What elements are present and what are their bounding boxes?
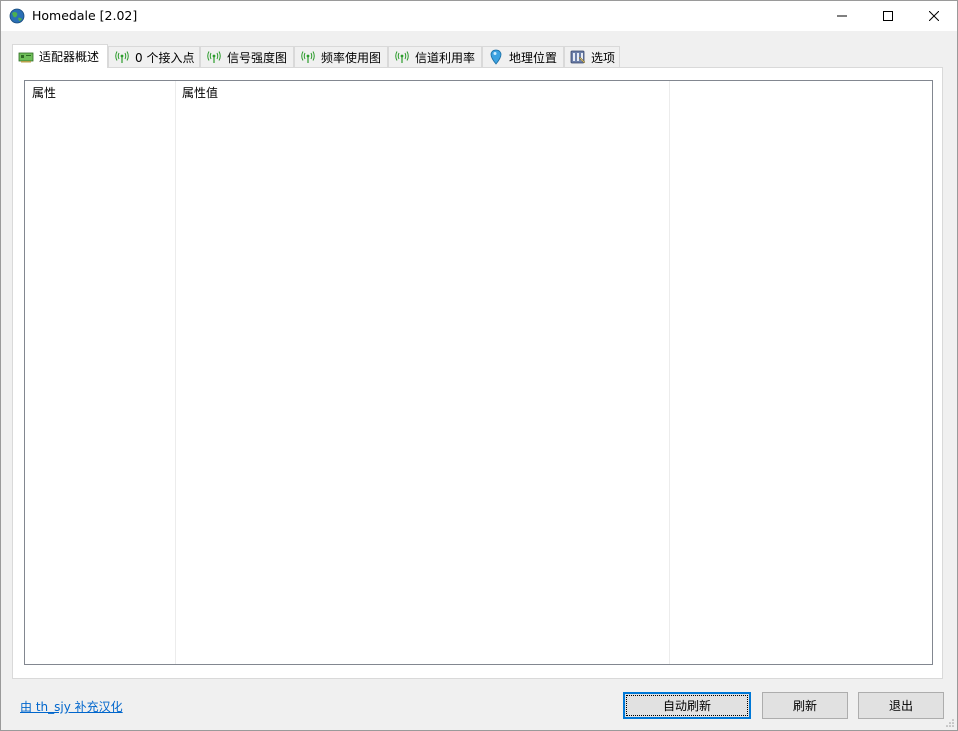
close-icon: [929, 11, 939, 21]
tab-label: 信道利用率: [415, 50, 476, 65]
tab-label: 选项: [591, 50, 616, 65]
window-title: Homedale [2.02]: [32, 8, 138, 23]
minimize-icon: [837, 15, 847, 17]
wifi-antenna-icon: [394, 50, 410, 64]
tab-adapter-overview[interactable]: 适配器概述: [12, 44, 108, 68]
resize-grip-icon[interactable]: [945, 718, 955, 728]
column-header-property[interactable]: 属性: [25, 81, 175, 105]
column-header-value[interactable]: 属性值: [175, 81, 669, 105]
maximize-button[interactable]: [865, 1, 911, 31]
tab-signal-strength[interactable]: 信号强度图: [200, 46, 294, 67]
auto-refresh-button[interactable]: 自动刷新: [623, 692, 751, 719]
close-button[interactable]: [911, 1, 957, 31]
column-header-extra[interactable]: [669, 81, 932, 105]
options-icon: [570, 50, 586, 64]
map-pin-icon: [488, 49, 504, 65]
tab-channel-utilization[interactable]: 信道利用率: [388, 46, 482, 67]
tab-access-points[interactable]: 0 个接入点: [108, 46, 200, 67]
wifi-antenna-icon: [206, 50, 222, 64]
tab-label: 地理位置: [509, 50, 558, 65]
properties-list[interactable]: 属性 属性值: [24, 80, 933, 665]
tab-label: 频率使用图: [321, 50, 382, 65]
minimize-button[interactable]: [819, 1, 865, 31]
app-window: Homedale [2.02] 适配器概述 0 个接入点 信号强度图 频率使用图…: [0, 0, 958, 731]
tab-panel-adapter-overview: 属性 属性值: [12, 67, 943, 679]
tab-label: 0 个接入点: [135, 50, 195, 65]
tab-frequency-usage[interactable]: 频率使用图: [294, 46, 388, 67]
wifi-antenna-icon: [114, 50, 130, 64]
exit-button[interactable]: 退出: [858, 692, 944, 719]
tab-label: 信号强度图: [227, 50, 288, 65]
network-card-icon: [18, 50, 34, 64]
globe-app-icon: [9, 8, 25, 24]
tab-bar: 适配器概述 0 个接入点 信号强度图 频率使用图 信道利用率 地理位置 选项: [12, 44, 952, 68]
maximize-icon: [883, 11, 893, 21]
tab-label: 适配器概述: [39, 50, 100, 64]
column-divider[interactable]: [669, 81, 670, 664]
refresh-button[interactable]: 刷新: [762, 692, 848, 719]
column-divider[interactable]: [175, 81, 176, 664]
tab-geo-location[interactable]: 地理位置: [482, 46, 564, 67]
credit-link[interactable]: 由 th_sjy 补充汉化: [20, 698, 123, 715]
title-bar[interactable]: Homedale [2.02]: [1, 1, 957, 31]
tab-options[interactable]: 选项: [564, 46, 620, 67]
wifi-antenna-icon: [300, 50, 316, 64]
